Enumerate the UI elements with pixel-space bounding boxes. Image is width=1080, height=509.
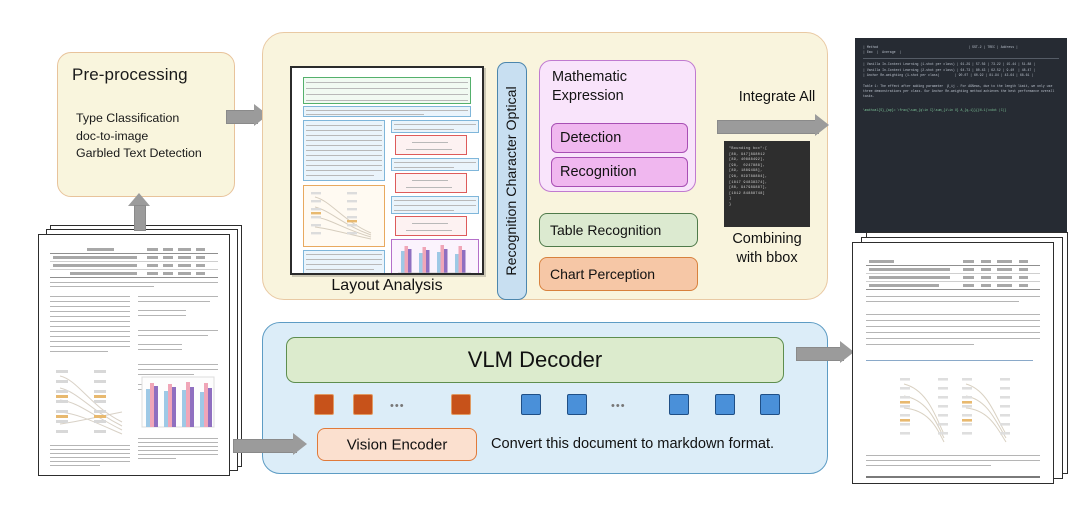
integrate-all-label: Integrate All bbox=[738, 89, 816, 105]
layout-region-text-left bbox=[303, 120, 385, 181]
vision-encoder-label: Vision Encoder bbox=[346, 436, 448, 453]
layout-bars-svg bbox=[398, 245, 471, 273]
bars-svg bbox=[141, 376, 215, 428]
bounding-box-code-block: "Bounding box":[ [88, 947]898012 [89, 40… bbox=[724, 141, 810, 227]
input-document-page bbox=[38, 234, 230, 476]
text-token-3 bbox=[669, 394, 689, 415]
math-expression-group: Mathematic Expression Detection Recognit… bbox=[539, 60, 696, 192]
layout-region-formula-1 bbox=[395, 135, 467, 155]
image-token-2 bbox=[353, 394, 373, 415]
arrow-up-to-preprocessing bbox=[127, 193, 151, 231]
diagram-canvas: Pre-processing Type Classification doc-t… bbox=[0, 0, 1080, 509]
arrow-vlm-to-output bbox=[796, 341, 858, 365]
markdown-divider-1 bbox=[863, 58, 1059, 60]
math-detection-button[interactable]: Detection bbox=[551, 123, 688, 153]
out-sankey-svg bbox=[900, 378, 1010, 443]
math-expression-title: Mathematic Expression bbox=[552, 69, 627, 104]
text-token-ellipsis: ••• bbox=[611, 400, 626, 412]
doc-bar-figure bbox=[140, 375, 216, 433]
image-token-3 bbox=[451, 394, 471, 415]
chart-perception-label: Chart Perception bbox=[550, 266, 656, 282]
markdown-row-1: | Vanilla In-Context Learning (1-shot pe… bbox=[863, 62, 1036, 67]
out-doc-table bbox=[866, 258, 1040, 290]
layout-region-heading-2 bbox=[391, 158, 479, 171]
image-token-1 bbox=[314, 394, 334, 415]
text-token-2 bbox=[567, 394, 587, 415]
doc-sankey-figure bbox=[50, 362, 130, 440]
text-token-5 bbox=[760, 394, 780, 415]
prompt-text: Convert this document to markdown format… bbox=[491, 436, 775, 452]
table-recognition-label: Table Recognition bbox=[550, 222, 662, 238]
layout-region-heading-1 bbox=[391, 120, 479, 133]
preprocessing-items: Type Classification doc-to-image Garbled… bbox=[76, 111, 202, 160]
output-document-stack bbox=[852, 232, 1072, 484]
layout-analysis-thumbnail bbox=[290, 66, 484, 275]
layout-region-figure bbox=[303, 185, 385, 247]
layout-region-formula-2 bbox=[395, 173, 467, 193]
arrow-input-to-vision-encoder bbox=[233, 433, 311, 457]
vlm-decoder-label: VLM Decoder bbox=[467, 347, 603, 372]
out-doc-figure bbox=[888, 372, 1018, 450]
preprocessing-panel: Pre-processing Type Classification doc-t… bbox=[57, 52, 235, 197]
markdown-table-header-2: | Emo | Average | bbox=[863, 50, 902, 55]
chart-perception-button[interactable]: Chart Perception bbox=[539, 257, 698, 291]
math-recognition-label: Recognition bbox=[560, 164, 637, 180]
layout-sankey-svg bbox=[311, 192, 372, 240]
bounding-box-code-text: "Bounding box":[ [88, 947]898012 [89, 40… bbox=[729, 147, 768, 207]
arrow-integrate-to-markdown bbox=[717, 114, 833, 138]
vlm-decoder-block: VLM Decoder bbox=[286, 337, 784, 383]
input-document-stack bbox=[38, 225, 243, 476]
markdown-code-snippet: \mathcal{S}_{wp}= \frac{\sum_{q\in C}\su… bbox=[863, 107, 1007, 112]
ocr-vertical-bar: Recognition Character Optical bbox=[497, 62, 527, 300]
math-recognition-button[interactable]: Recognition bbox=[551, 157, 688, 187]
text-token-1 bbox=[521, 394, 541, 415]
markdown-output-code-panel: | Method | SST-2 | TREC | Address | | Em… bbox=[855, 38, 1067, 233]
layout-analysis-label: Layout Analysis bbox=[331, 277, 443, 294]
text-token-4 bbox=[715, 394, 735, 415]
doc-table bbox=[50, 246, 218, 278]
table-recognition-button[interactable]: Table Recognition bbox=[539, 213, 698, 247]
preprocessing-title: Pre-processing bbox=[72, 65, 188, 84]
layout-region-caption bbox=[303, 106, 471, 117]
output-document-page bbox=[852, 242, 1054, 484]
ocr-vertical-label: Recognition Character Optical bbox=[504, 86, 520, 276]
combining-with-bbox-label: Combining with bbox bbox=[732, 231, 802, 266]
sankey-svg bbox=[56, 370, 123, 435]
vision-encoder-block: Vision Encoder bbox=[317, 428, 477, 461]
layout-region-formula-3 bbox=[395, 216, 467, 236]
math-detection-label: Detection bbox=[560, 130, 622, 146]
layout-region-chart bbox=[391, 239, 479, 273]
image-token-ellipsis: ••• bbox=[390, 400, 405, 412]
layout-region-heading-3 bbox=[391, 196, 479, 214]
markdown-row-3: | Anchor Re-weighting (1-shot per class)… bbox=[863, 72, 1034, 77]
layout-region-figcaption-left bbox=[303, 250, 385, 273]
markdown-caption: Table 1: The effect after adding paramet… bbox=[863, 84, 1057, 99]
layout-region-table bbox=[303, 77, 471, 104]
